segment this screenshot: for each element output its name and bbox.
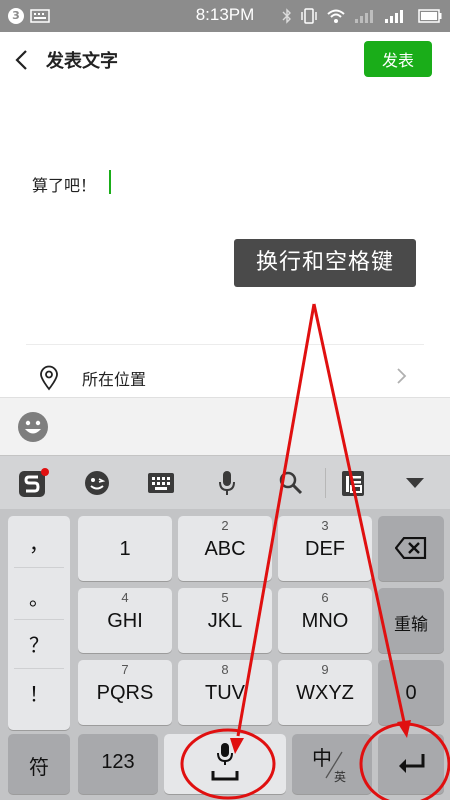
toolbar-separator <box>325 468 326 498</box>
key-label: GHI <box>107 610 143 632</box>
location-label: 所在位置 <box>82 370 147 389</box>
key-digit: 8 <box>221 662 229 677</box>
key-label: ABC <box>204 538 246 560</box>
back-arrow-icon[interactable] <box>12 48 34 72</box>
signal-icon <box>355 10 373 23</box>
header-bar: 发表文字 发表 <box>0 32 450 88</box>
location-pin-icon <box>40 365 58 391</box>
punct-period-key[interactable]: 。 <box>8 582 70 611</box>
space-key[interactable] <box>164 734 286 794</box>
punct-comma-key[interactable]: ， <box>8 528 70 557</box>
key-2[interactable]: 2 ABC <box>178 516 272 581</box>
compose-text[interactable]: 算了吧！ <box>32 172 96 196</box>
numeric-key[interactable]: 123 <box>78 734 158 794</box>
emoji-face-icon[interactable] <box>72 456 122 510</box>
reinput-key[interactable]: 重输 <box>378 588 444 653</box>
key-8[interactable]: 8 TUV <box>178 660 272 725</box>
language-switch-key[interactable]: 中 英 <box>292 734 372 794</box>
punct-divider <box>14 619 64 620</box>
enter-arrow-icon <box>399 754 425 773</box>
numeric-label: 123 <box>101 751 135 773</box>
location-row[interactable]: 所在位置 <box>0 345 450 397</box>
key-label: MNO <box>301 610 349 632</box>
key-6[interactable]: 6 MNO <box>278 588 372 653</box>
key-label: JKL <box>207 610 243 632</box>
slash-divider <box>325 751 343 779</box>
bluetooth-icon <box>282 8 291 24</box>
t9-keyboard: ， 。 ？ ！ 1 2 ABC 3 DEF 4 GHI 5 JKL 6 MNO … <box>0 509 450 800</box>
key-3[interactable]: 3 DEF <box>278 516 372 581</box>
signal-icon-secondary <box>385 10 403 23</box>
punct-divider <box>14 668 64 669</box>
key-label: WXYZ <box>296 682 354 704</box>
microphone-icon[interactable] <box>202 456 252 510</box>
key-7[interactable]: 7 PQRS <box>78 660 172 725</box>
sogou-logo-icon[interactable] <box>8 456 58 510</box>
keyboard-toolbar <box>0 455 450 509</box>
emoji-icon[interactable] <box>16 410 50 444</box>
symbol-label: 符 <box>29 755 49 779</box>
key-label: 1 <box>119 538 131 560</box>
battery-icon <box>418 9 442 23</box>
status-bar: 3 8:13PM <box>0 0 450 32</box>
wifi-icon <box>327 9 345 23</box>
key-digit: 2 <box>221 518 229 533</box>
vibrate-icon <box>301 8 317 24</box>
backspace-icon <box>395 537 427 559</box>
punctuation-panel[interactable]: ， 。 ？ ！ <box>8 516 70 730</box>
enter-key[interactable] <box>378 734 444 794</box>
backspace-key[interactable] <box>378 516 444 581</box>
text-cursor <box>109 170 111 194</box>
punct-exclaim-key[interactable]: ！ <box>8 678 70 707</box>
key-label: DEF <box>305 538 345 560</box>
search-icon[interactable] <box>266 456 316 510</box>
annotation-tooltip: 换行和空格键 <box>234 239 416 287</box>
reinput-label: 重输 <box>394 615 428 635</box>
key-digit: 9 <box>321 662 329 677</box>
keyboard-icon[interactable] <box>136 456 186 510</box>
punct-divider <box>14 567 64 568</box>
punct-question-key[interactable]: ？ <box>8 629 70 658</box>
space-microphone-icon <box>211 743 239 781</box>
key-4[interactable]: 4 GHI <box>78 588 172 653</box>
publish-button[interactable]: 发表 <box>364 41 432 77</box>
page-title: 发表文字 <box>46 51 118 72</box>
key-label: 0 <box>405 682 417 704</box>
key-digit: 3 <box>321 518 329 533</box>
emoji-bar <box>0 397 450 455</box>
key-0[interactable]: 0 <box>378 660 444 725</box>
key-label: TUV <box>205 682 245 704</box>
status-icons <box>282 7 442 25</box>
clipboard-icon[interactable] <box>328 456 378 510</box>
chevron-right-icon <box>397 368 407 384</box>
collapse-triangle-icon[interactable] <box>390 456 440 510</box>
key-digit: 5 <box>221 590 229 605</box>
key-9[interactable]: 9 WXYZ <box>278 660 372 725</box>
key-5[interactable]: 5 JKL <box>178 588 272 653</box>
key-label: PQRS <box>96 682 154 704</box>
key-digit: 4 <box>121 590 129 605</box>
key-digit: 7 <box>121 662 129 677</box>
key-1[interactable]: 1 <box>78 516 172 581</box>
key-digit: 6 <box>321 590 329 605</box>
symbol-key[interactable]: 符 <box>8 734 70 794</box>
